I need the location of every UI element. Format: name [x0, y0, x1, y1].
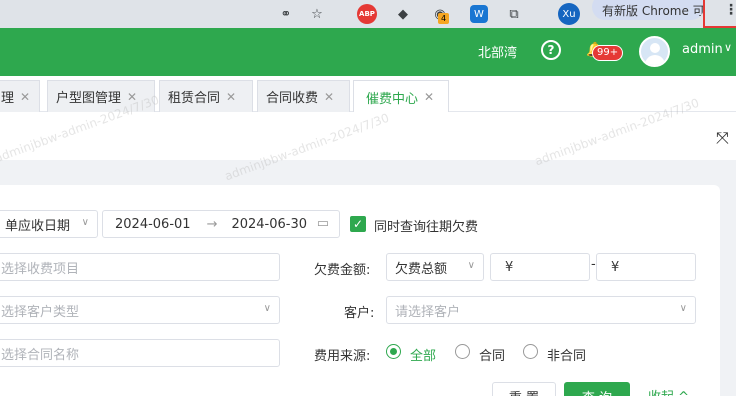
source-option-contract: 合同: [479, 349, 506, 364]
customer-select[interactable]: 请选择客户 ∨: [386, 296, 696, 324]
close-icon[interactable]: ✕: [226, 90, 236, 104]
chevron-down-icon: ∨: [467, 260, 475, 271]
page-tabs: 理 ✕ 户型图管理 ✕ 租赁合同 ✕ 合同收费 ✕ 催费中心 ✕: [0, 76, 736, 113]
user-avatar[interactable]: [639, 36, 670, 67]
blue-extension-icon[interactable]: W: [470, 5, 488, 23]
date-type-select[interactable]: 单应收日期 ∨: [0, 210, 98, 238]
notification-badge: 99+: [592, 45, 624, 61]
tab-item[interactable]: 租赁合同 ✕: [159, 80, 253, 112]
source-radio-noncontract[interactable]: [523, 344, 538, 359]
adblock-extension-icon[interactable]: ABP: [357, 4, 377, 24]
help-icon[interactable]: ?: [541, 40, 561, 60]
browser-toolbar: ⚭ ☆ ABP ◆ ◉ 4 W ⧉ Xu 有新版 Chrome 可用 ⋮: [0, 0, 736, 28]
tab-active[interactable]: 催费中心 ✕: [353, 80, 449, 113]
close-icon[interactable]: ✕: [324, 90, 334, 104]
source-option-noncontract: 非合同: [547, 349, 587, 364]
extension-badge: 4: [438, 13, 450, 24]
source-radio-all[interactable]: [386, 344, 401, 359]
close-icon[interactable]: ✕: [424, 90, 434, 104]
arrears-type-select[interactable]: 欠费总额 ∨: [386, 253, 484, 281]
tab-item[interactable]: 理 ✕: [0, 80, 40, 112]
calendar-icon: ▭: [316, 216, 329, 231]
arrears-label: 欠费金额:: [314, 263, 371, 278]
contract-select[interactable]: 选择合同名称: [0, 339, 280, 367]
date-start: 2024-06-01: [115, 216, 191, 232]
collapse-link[interactable]: 收起 ^: [648, 386, 689, 396]
org-switcher[interactable]: 北部湾: [478, 42, 517, 61]
close-icon[interactable]: ✕: [20, 90, 30, 104]
range-dash: -: [591, 257, 596, 272]
chevron-down-icon[interactable]: ∨: [724, 41, 732, 54]
date-end: 2024-06-30: [231, 216, 308, 232]
fullscreen-icon[interactable]: ⤧: [716, 128, 729, 148]
source-label: 费用来源:: [314, 349, 371, 364]
extensions-puzzle-icon[interactable]: ⧉: [504, 4, 524, 24]
username[interactable]: admin: [682, 42, 723, 57]
history-checkbox[interactable]: ✓: [350, 216, 366, 232]
date-range-picker[interactable]: 2024-06-01 → 2024-06-30 ▭: [102, 210, 340, 238]
reset-button[interactable]: 重 置: [492, 382, 556, 396]
avatar-head: [650, 43, 660, 53]
chevron-down-icon: ∨: [263, 303, 271, 314]
link-icon[interactable]: ⚭: [276, 4, 296, 24]
fee-item-select[interactable]: 选择收费项目: [0, 253, 280, 281]
bookmark-star-icon[interactable]: ☆: [307, 4, 327, 24]
evernote-extension-icon[interactable]: ◆: [393, 4, 413, 24]
customer-type-select[interactable]: 选择客户类型 ∨: [0, 296, 280, 324]
date-arrow: →: [206, 216, 218, 232]
customer-label: 客户:: [344, 306, 375, 321]
avatar-body: [645, 55, 665, 65]
more-menu-icon[interactable]: ⋮: [724, 2, 736, 18]
tab-item[interactable]: 合同收费 ✕: [257, 80, 350, 112]
source-option-all: 全部: [410, 349, 437, 364]
close-icon[interactable]: ✕: [127, 90, 137, 104]
arrears-min-input[interactable]: ¥: [490, 253, 590, 281]
chrome-update-button[interactable]: 有新版 Chrome 可用: [592, 0, 704, 20]
profile-avatar[interactable]: Xu: [558, 3, 580, 25]
page-toolbar: [0, 112, 736, 160]
chevron-down-icon: ∨: [679, 303, 687, 314]
history-checkbox-label: 同时查询往期欠费: [374, 220, 479, 235]
source-radio-contract[interactable]: [455, 344, 470, 359]
query-button[interactable]: 查 询: [564, 382, 630, 396]
arrears-max-input[interactable]: ¥: [596, 253, 696, 281]
tab-item[interactable]: 户型图管理 ✕: [47, 80, 155, 112]
app-header: 北部湾 ? 🔔 99+ admin ∨: [0, 28, 736, 76]
chevron-down-icon: ∨: [81, 217, 89, 228]
